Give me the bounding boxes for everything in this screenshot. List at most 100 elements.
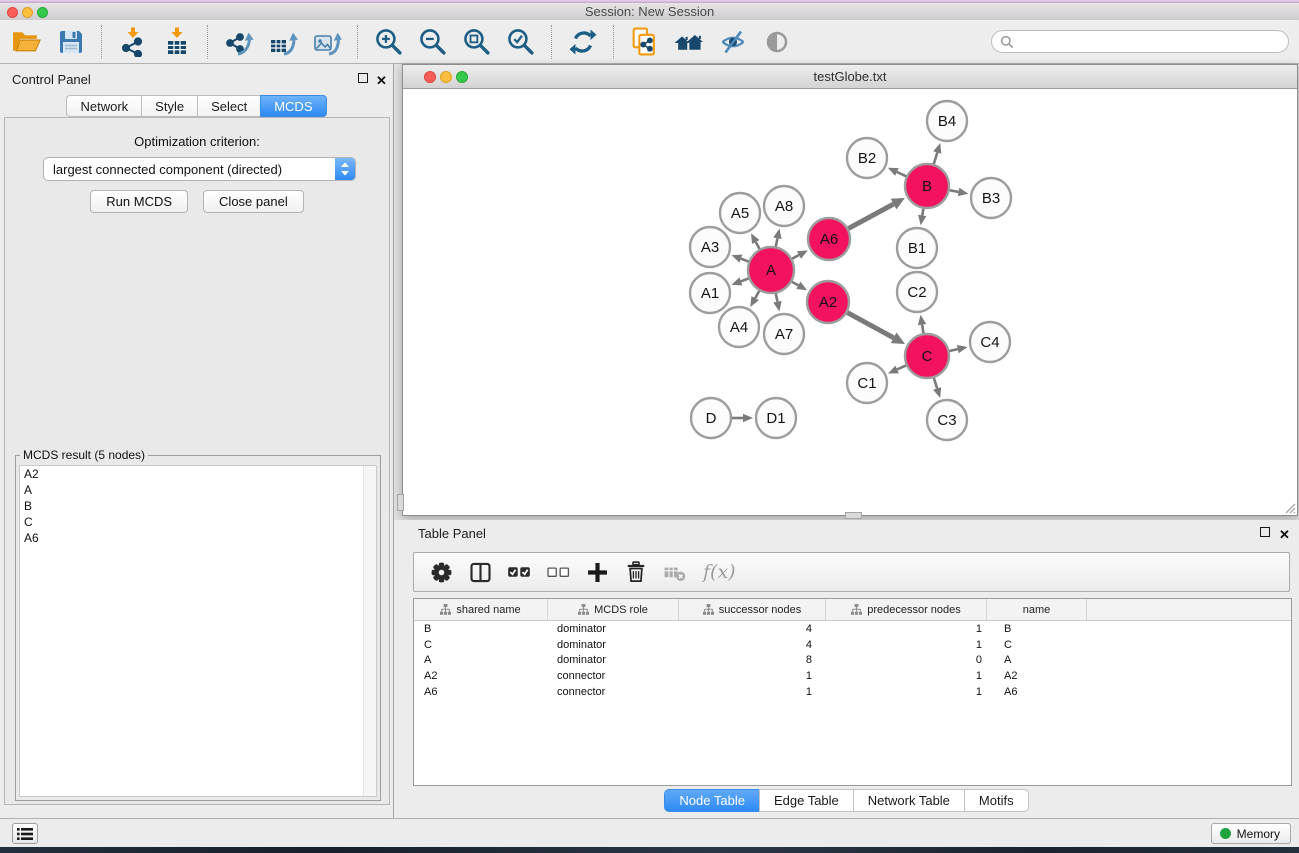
- tab-select[interactable]: Select: [197, 95, 260, 117]
- network-canvas[interactable]: AA1A2A3A4A5A6A7A8BB1B2B3B4CC1C2C3C4DD1: [403, 89, 1297, 515]
- graph-node-A7[interactable]: A7: [764, 314, 804, 354]
- graph-edge-A-A1[interactable]: [732, 277, 749, 285]
- graph-node-D[interactable]: D: [691, 398, 731, 438]
- mcds-result-item[interactable]: A2: [20, 466, 376, 482]
- delete-column-icon[interactable]: [621, 557, 651, 587]
- save-session-icon[interactable]: [54, 25, 87, 58]
- resize-grip-icon[interactable]: [1282, 500, 1296, 514]
- select-all-checks-icon[interactable]: [504, 557, 534, 587]
- tab-network[interactable]: Network: [66, 95, 141, 117]
- birdseye-handle-left[interactable]: [397, 494, 404, 511]
- graph-node-B3[interactable]: B3: [971, 178, 1011, 218]
- graph-node-A5[interactable]: A5: [720, 193, 760, 233]
- show-graphics-details-icon[interactable]: [760, 25, 793, 58]
- open-session-icon[interactable]: [10, 25, 43, 58]
- graph-node-D1[interactable]: D1: [756, 398, 796, 438]
- graph-edge-B-B4[interactable]: [933, 143, 941, 164]
- home-view-icon[interactable]: [672, 25, 705, 58]
- node-table[interactable]: shared nameMCDS rolesuccessor nodesprede…: [413, 598, 1292, 786]
- graph-node-A8[interactable]: A8: [764, 186, 804, 226]
- tab-motifs[interactable]: Motifs: [964, 789, 1029, 812]
- graph-edge-A-A8[interactable]: [773, 229, 781, 247]
- graph-node-C2[interactable]: C2: [897, 272, 937, 312]
- close-panel-icon[interactable]: [376, 72, 387, 90]
- column-header-shared-name[interactable]: shared name: [414, 599, 548, 620]
- search-input[interactable]: [1019, 35, 1280, 49]
- network-window-titlebar[interactable]: testGlobe.txt: [403, 65, 1297, 89]
- add-column-icon[interactable]: [582, 557, 612, 587]
- graph-edge-C-C2[interactable]: [918, 315, 926, 334]
- mcds-result-list[interactable]: A2ABCA6: [19, 465, 377, 797]
- graph-node-C1[interactable]: C1: [847, 363, 887, 403]
- graph-edge-B-B3[interactable]: [950, 188, 969, 196]
- graph-edge-B-B1[interactable]: [918, 209, 926, 226]
- graph-node-B1[interactable]: B1: [897, 228, 937, 268]
- graph-edge-A-A7[interactable]: [773, 294, 781, 312]
- mcds-result-item[interactable]: A: [20, 482, 376, 498]
- graph-node-C4[interactable]: C4: [970, 322, 1010, 362]
- graph-node-B4[interactable]: B4: [927, 101, 967, 141]
- tab-style[interactable]: Style: [141, 95, 197, 117]
- network-zoom-button[interactable]: [456, 71, 468, 83]
- column-header-successor-nodes[interactable]: successor nodes: [679, 599, 826, 620]
- tab-mcds[interactable]: MCDS: [260, 95, 326, 117]
- zoom-fit-icon[interactable]: [460, 25, 493, 58]
- task-history-button[interactable]: [12, 823, 38, 844]
- zoom-out-icon[interactable]: [416, 25, 449, 58]
- float-panel-icon[interactable]: [1260, 527, 1270, 537]
- table-row[interactable]: Cdominator41C: [414, 637, 1291, 653]
- network-view-window[interactable]: testGlobe.txt AA1A2A3A4A5A6A7A8BB1B2B3B4…: [402, 64, 1298, 516]
- mcds-result-item[interactable]: C: [20, 514, 376, 530]
- column-header-MCDS-role[interactable]: MCDS role: [548, 599, 679, 620]
- new-network-from-selection-icon[interactable]: [628, 25, 661, 58]
- hide-graphics-details-icon[interactable]: [716, 25, 749, 58]
- column-header-name[interactable]: name: [987, 599, 1087, 620]
- apply-layout-icon[interactable]: [566, 25, 599, 58]
- export-table-icon[interactable]: [266, 25, 299, 58]
- graph-node-C[interactable]: C: [905, 334, 949, 378]
- graph-edge-A-A5[interactable]: [751, 233, 760, 249]
- graph-edge-A-A3[interactable]: [732, 255, 749, 263]
- birdseye-handle-bottom[interactable]: [845, 512, 862, 519]
- mcds-result-item[interactable]: A6: [20, 530, 376, 546]
- graph-node-A6[interactable]: A6: [808, 218, 850, 260]
- tab-network-table[interactable]: Network Table: [853, 789, 964, 812]
- float-panel-icon[interactable]: [358, 73, 368, 83]
- import-network-icon[interactable]: [116, 25, 149, 58]
- graph-edge-A-A4[interactable]: [750, 291, 759, 307]
- graph-edge-A2-C[interactable]: [847, 313, 905, 344]
- settings-gear-icon[interactable]: [426, 557, 456, 587]
- delete-table-icon[interactable]: [660, 557, 690, 587]
- graph-edge-A-A2[interactable]: [792, 282, 807, 291]
- graph-edge-C-C1[interactable]: [888, 365, 906, 373]
- graph-edge-A-A6[interactable]: [792, 250, 808, 258]
- graph-node-A2[interactable]: A2: [807, 281, 849, 323]
- function-builder-icon[interactable]: f(x): [703, 561, 736, 583]
- table-row[interactable]: Adominator80A: [414, 653, 1291, 669]
- mcds-result-item[interactable]: B: [20, 498, 376, 514]
- graph-node-B[interactable]: B: [905, 164, 949, 208]
- show-column-icon[interactable]: [465, 557, 495, 587]
- network-minimize-button[interactable]: [440, 71, 452, 83]
- network-close-button[interactable]: [424, 71, 436, 83]
- table-row[interactable]: Bdominator41B: [414, 621, 1291, 637]
- criterion-select[interactable]: largest connected component (directed): [43, 157, 356, 181]
- scrollbar-track[interactable]: [363, 466, 376, 796]
- graph-edge-C-C3[interactable]: [933, 378, 941, 398]
- tab-edge-table[interactable]: Edge Table: [759, 789, 853, 812]
- graph-node-A1[interactable]: A1: [690, 273, 730, 313]
- graph-edge-C-C4[interactable]: [949, 345, 967, 353]
- export-image-icon[interactable]: [310, 25, 343, 58]
- graph-node-C3[interactable]: C3: [927, 400, 967, 440]
- graph-node-A[interactable]: A: [748, 247, 794, 293]
- column-header-predecessor-nodes[interactable]: predecessor nodes: [826, 599, 987, 620]
- graph-node-B2[interactable]: B2: [847, 138, 887, 178]
- close-panel-button[interactable]: Close panel: [203, 190, 304, 213]
- graph-node-A3[interactable]: A3: [690, 227, 730, 267]
- search-field[interactable]: [991, 30, 1289, 53]
- zoom-selected-icon[interactable]: [504, 25, 537, 58]
- graph-edge-D-D1[interactable]: [732, 414, 753, 423]
- run-mcds-button[interactable]: Run MCDS: [90, 190, 188, 213]
- tab-node-table[interactable]: Node Table: [664, 789, 759, 812]
- graph-edge-A6-B[interactable]: [848, 198, 905, 229]
